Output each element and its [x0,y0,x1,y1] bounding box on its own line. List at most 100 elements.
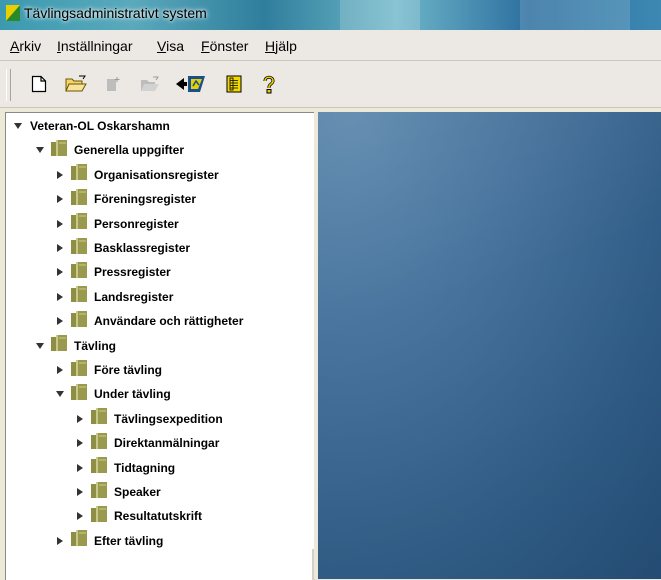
menu-fonster[interactable]: Fönster [201,38,248,54]
tree-item-label: Direktanmälningar [114,436,220,451]
book-folder-icon [70,163,88,186]
collapsed-arrow-icon[interactable] [54,315,66,327]
toolbar-grip[interactable] [6,69,11,101]
tree-item-label: Under tävling [94,387,171,402]
tree-item-organisationsregister[interactable]: Organisationsregister [54,164,219,186]
new-item-button[interactable] [100,71,126,97]
toolbar [0,61,661,108]
new-document-button[interactable] [26,71,52,97]
expanded-arrow-icon[interactable] [34,144,46,156]
book-folder-icon [70,529,88,552]
tree-item-tavling[interactable]: Tävling [34,335,116,357]
menu-bar: Arkiv Inställningar Visa Fönster Hjälp [0,30,661,61]
open-item-disabled-icon [141,76,159,91]
open-folder-icon [65,75,87,92]
book-folder-icon [70,359,88,382]
tree-item-label: Efter tävling [94,533,164,548]
collapsed-arrow-icon[interactable] [54,291,66,303]
tree-item-efter-tavling[interactable]: Efter tävling [54,530,163,552]
tree-item-label: Föreningsregister [94,192,197,207]
collapsed-arrow-icon[interactable] [54,266,66,278]
collapsed-arrow-icon[interactable] [54,169,66,181]
book-folder-icon [50,334,68,357]
tree-item-tidtagning[interactable]: Tidtagning [74,457,175,479]
workspace-shading [318,112,661,579]
new-item-disabled-icon [107,77,120,91]
tree-item-fore-tavling[interactable]: Före tävling [54,359,162,381]
tree-item-pressregister[interactable]: Pressregister [54,261,171,283]
collapsed-arrow-icon[interactable] [74,462,86,474]
help-button[interactable] [256,71,282,97]
tree-item-label: Landsregister [94,289,174,304]
open-folder-button[interactable] [63,71,89,97]
collapsed-arrow-icon[interactable] [54,364,66,376]
book-folder-icon [50,139,68,162]
collapsed-arrow-icon[interactable] [74,437,86,449]
book-folder-icon [90,456,108,479]
tree-item-foreningsregister[interactable]: Föreningsregister [54,188,196,210]
book-folder-icon [70,212,88,235]
book-folder-icon [70,285,88,308]
collapsed-arrow-icon[interactable] [54,193,66,205]
tree-item-label: Pressregister [94,265,171,280]
expanded-arrow-icon[interactable] [12,120,24,132]
tree-item-landsregister[interactable]: Landsregister [54,286,173,308]
collapsed-arrow-icon[interactable] [54,242,66,254]
tree-item-direktanmalningar[interactable]: Direktanmälningar [74,432,219,454]
help-icon [263,75,275,94]
tree-item-label: Tidtagning [114,460,176,475]
open-item-button[interactable] [137,71,163,97]
tree-item-label: Tävlingsexpedition [114,411,223,426]
title-bar[interactable]: Tävlingsadministrativt system [0,0,661,30]
tree-item-tavlingsexpedition[interactable]: Tävlingsexpedition [74,408,223,430]
book-folder-icon [70,261,88,284]
tree-item-basklassregister[interactable]: Basklassregister [54,237,190,259]
back-flag-icon [176,76,205,92]
book-folder-icon [70,383,88,406]
tree-item-label: Basklassregister [94,241,191,255]
tree-item-generella-uppgifter[interactable]: Generella uppgifter [34,139,184,161]
tree-item-speaker[interactable]: Speaker [74,481,161,503]
tree-item-resultatutskrift[interactable]: Resultatutskrift [74,505,202,527]
book-folder-icon [70,237,88,260]
expanded-arrow-icon[interactable] [54,388,66,400]
menu-installningar[interactable]: Inställningar [57,38,133,54]
title-bar-glow [520,0,630,30]
expanded-arrow-icon[interactable] [34,340,46,352]
tree-item-label: Personregister [94,216,179,231]
tree-item-label: Generella uppgifter [74,143,185,158]
app-icon [6,5,20,21]
book-folder-icon [90,432,108,455]
tree-item-label: Speaker [114,485,161,499]
menu-arkiv[interactable]: Arkiv [10,38,41,54]
tree-item-personregister[interactable]: Personregister [54,213,179,235]
menu-hjalp[interactable]: Hjälp [265,38,297,54]
book-folder-icon [90,481,108,504]
workspace-area [318,112,661,579]
tree-item-label: Användare och rättigheter [94,314,244,329]
list-button[interactable] [221,71,247,97]
collapsed-arrow-icon[interactable] [54,218,66,230]
tree-item-label: Resultatutskrift [114,509,203,524]
collapsed-arrow-icon[interactable] [74,413,86,425]
book-folder-icon [70,310,88,333]
menu-visa[interactable]: Visa [157,38,184,54]
window-title: Tävlingsadministrativt system [24,5,207,21]
title-bar-glow [340,0,420,30]
navigation-tree[interactable]: Veteran-OL Oskarshamn Generella uppgifter… [5,112,315,580]
tree-item-label: Veteran-OL Oskarshamn [30,119,170,133]
collapsed-arrow-icon[interactable] [54,535,66,547]
collapsed-arrow-icon[interactable] [74,486,86,498]
book-folder-icon [90,407,108,430]
book-folder-icon [90,505,108,528]
collapsed-arrow-icon[interactable] [74,510,86,522]
tree-item-anvandare-och-rattigheter[interactable]: Användare och rättigheter [54,310,243,332]
tree-item-label: Före tävling [94,363,163,377]
back-button[interactable] [174,71,208,97]
tree-item-under-tavling[interactable]: Under tävling [54,383,171,405]
book-folder-icon [70,188,88,211]
new-document-icon [31,75,47,93]
tree-item-label: Tävling [74,338,117,353]
tree-item-label: Organisationsregister [94,167,219,182]
tree-item-veteran-ol-oskarshamn[interactable]: Veteran-OL Oskarshamn [12,115,170,137]
